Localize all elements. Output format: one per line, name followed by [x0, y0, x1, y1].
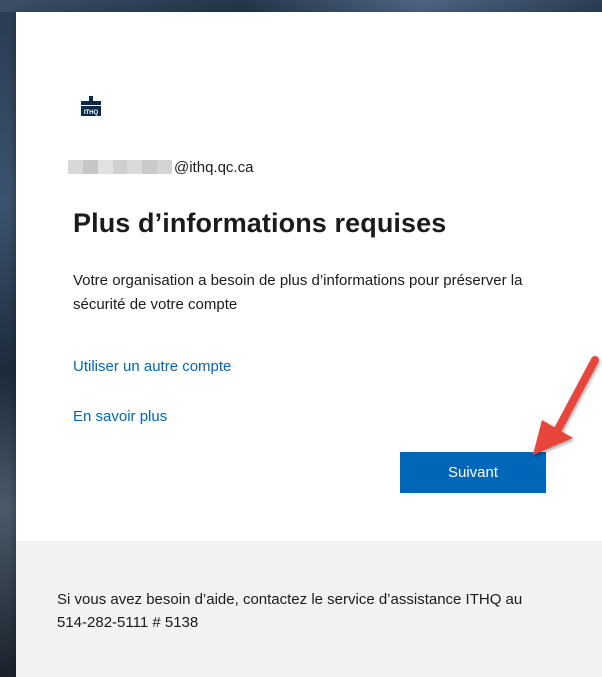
sign-in-dialog: ITHQ @ithq.qc.ca Plus d’informations req…: [16, 12, 602, 677]
redacted-username: [68, 160, 173, 174]
info-description: Votre organisation a besoin de plus d’in…: [73, 272, 523, 313]
learn-more-link[interactable]: En savoir plus: [73, 408, 167, 425]
account-identity: @ithq.qc.ca: [68, 156, 253, 178]
page-title: Plus d’informations requises: [73, 208, 447, 238]
svg-text:ITHQ: ITHQ: [84, 110, 99, 116]
background-photo-left: [0, 0, 16, 677]
help-text: Si vous avez besoin d’aide, contactez le…: [57, 591, 523, 631]
next-button[interactable]: Suivant: [400, 452, 546, 493]
ithq-logo-icon: ITHQ: [80, 95, 102, 117]
help-footer: Si vous avez besoin d’aide, contactez le…: [16, 541, 602, 677]
email-domain: @ithq.qc.ca: [174, 158, 254, 176]
background-photo-top: [0, 0, 602, 12]
use-other-account-link[interactable]: Utiliser un autre compte: [73, 358, 231, 375]
